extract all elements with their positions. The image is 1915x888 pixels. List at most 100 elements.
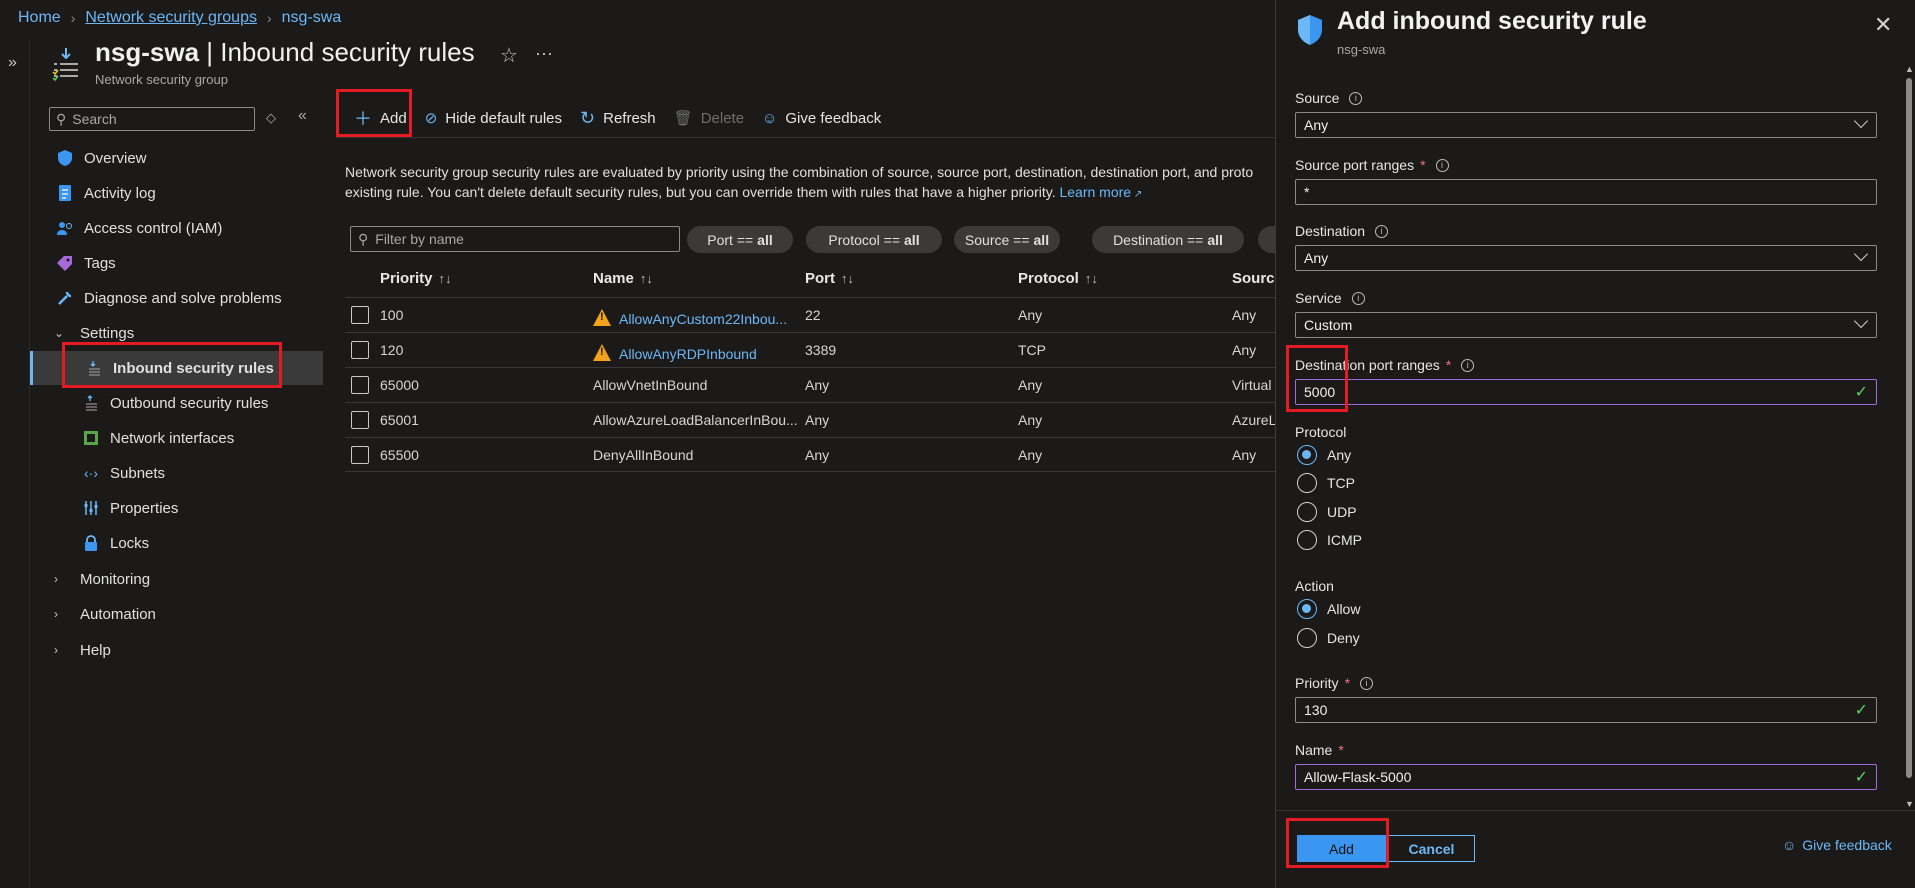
rule-name-link[interactable]: AllowAnyCustom22Inbou... <box>619 311 787 327</box>
sidebar-group-help[interactable]: › Help <box>30 633 323 667</box>
filter-by-name-input[interactable]: ⚲ Filter by name <box>350 226 680 252</box>
row-checkbox[interactable] <box>351 411 369 429</box>
sidebar-item-network-interfaces[interactable]: Network interfaces <box>30 421 323 455</box>
hide-default-rules-button[interactable]: ⊘ Hide default rules <box>425 109 562 128</box>
dest-port-label: Destination port ranges * i <box>1295 357 1475 373</box>
refresh-button[interactable]: ↻ Refresh <box>580 108 656 129</box>
col-header-priority[interactable]: Priority ↑↓ <box>380 270 452 287</box>
protocol-radio-icmp[interactable]: ICMP <box>1297 530 1362 550</box>
sidebar-item-outbound-rules[interactable]: Outbound security rules <box>30 386 323 420</box>
source-port-input[interactable]: * <box>1295 179 1877 205</box>
sidebar-group-settings[interactable]: ⌄ Settings <box>30 316 323 350</box>
sidebar-search-input[interactable]: ⚲ Search <box>49 107 255 131</box>
info-icon: i <box>1375 224 1389 238</box>
sidebar-item-diagnose[interactable]: Diagnose and solve problems <box>30 281 323 315</box>
favorite-star-icon[interactable]: ☆ <box>500 43 518 68</box>
delete-button[interactable]: 🗑 Delete <box>673 109 744 128</box>
row-checkbox[interactable] <box>351 376 369 394</box>
check-icon: ✓ <box>1854 702 1868 719</box>
col-header-port[interactable]: Port ↑↓ <box>805 270 854 287</box>
panel-scrollbar[interactable]: ▲ ▼ <box>1902 64 1915 809</box>
chevron-right-icon: › <box>54 607 58 621</box>
service-select[interactable]: Custom <box>1295 312 1877 338</box>
give-feedback-button[interactable]: ☺ Give feedback <box>762 110 881 127</box>
filter-pill-destination[interactable]: Destination == all <box>1092 226 1244 253</box>
sort-icon: ↑↓ <box>438 271 452 286</box>
warning-icon <box>593 344 611 361</box>
add-inbound-rule-panel: Add inbound security rule nsg-swa ✕ Sour… <box>1275 0 1915 888</box>
col-header-name[interactable]: Name ↑↓ <box>593 270 653 287</box>
cancel-button[interactable]: Cancel <box>1388 835 1475 862</box>
destination-label: Destination i <box>1295 223 1389 239</box>
scrollbar-thumb[interactable] <box>1906 78 1912 778</box>
check-icon: ✓ <box>1854 769 1868 786</box>
sidebar-group-automation[interactable]: › Automation <box>30 597 323 631</box>
left-rail: » <box>0 40 30 888</box>
name-input[interactable]: Allow-Flask-5000 ✓ <box>1295 764 1877 790</box>
filter-pill-port[interactable]: Port == all <box>687 226 793 253</box>
description-text: Network security group security rules ar… <box>345 164 1254 200</box>
action-radio-allow[interactable]: Allow <box>1297 599 1360 619</box>
refresh-icon: ↻ <box>580 107 596 128</box>
sidebar-item-properties[interactable]: Properties <box>30 491 323 525</box>
shield-icon <box>54 149 76 167</box>
table-row[interactable]: 120 AllowAnyRDPInbound 3389 TCP Any <box>345 332 1275 367</box>
breadcrumb-nsg-list[interactable]: Network security groups <box>85 9 257 27</box>
scroll-down-icon: ▼ <box>1905 799 1914 809</box>
panel-feedback-link[interactable]: ☺ Give feedback <box>1782 837 1892 853</box>
sidebar-item-iam[interactable]: Access control (IAM) <box>30 211 323 245</box>
protocol-radio-tcp[interactable]: TCP <box>1297 473 1355 493</box>
add-button[interactable]: Add <box>1297 835 1386 862</box>
scroll-up-icon: ▲ <box>1905 64 1914 74</box>
dest-port-input[interactable]: 5000 ✓ <box>1295 379 1877 405</box>
table-row[interactable]: 65000 AllowVnetInBound Any Any Virtual <box>345 367 1275 402</box>
close-icon[interactable]: ✕ <box>1874 12 1892 38</box>
row-checkbox[interactable] <box>351 446 369 464</box>
sidebar-item-overview[interactable]: Overview <box>30 141 323 175</box>
sidebar-item-tags[interactable]: Tags <box>30 246 323 280</box>
inbound-rules-icon <box>83 360 105 376</box>
rule-name-link[interactable]: AllowAnyRDPInbound <box>619 346 757 362</box>
expand-menu-icon[interactable]: » <box>8 54 17 72</box>
table-row[interactable]: 100 AllowAnyCustom22Inbou... 22 Any Any <box>345 297 1275 332</box>
sort-icon: ↑↓ <box>639 271 653 286</box>
col-header-protocol[interactable]: Protocol ↑↓ <box>1018 270 1098 287</box>
priority-input[interactable]: 130 ✓ <box>1295 697 1877 723</box>
learn-more-link[interactable]: Learn more <box>1059 184 1131 200</box>
add-rule-button[interactable]: ＋ Add <box>354 105 407 131</box>
destination-select[interactable]: Any <box>1295 245 1877 271</box>
table-row[interactable]: 65500 DenyAllInBound Any Any Any <box>345 437 1275 472</box>
trash-icon: 🗑 <box>673 110 693 127</box>
command-bar: ＋ Add ⊘ Hide default rules ↻ Refresh 🗑 D… <box>336 100 899 136</box>
external-link-icon: ↗ <box>1131 189 1143 200</box>
info-icon: i <box>1435 158 1449 172</box>
sidebar-item-subnets[interactable]: ‹·› Subnets <box>30 456 323 490</box>
name-label: Name * <box>1295 742 1344 758</box>
action-radio-deny[interactable]: Deny <box>1297 628 1360 648</box>
source-port-label: Source port ranges * i <box>1295 157 1449 173</box>
collapse-sidebar-icon[interactable]: « <box>298 107 307 125</box>
chevron-right-icon: › <box>266 10 272 26</box>
sidebar-item-activity-log[interactable]: Activity log <box>30 176 323 210</box>
chevron-down-icon <box>1853 313 1869 329</box>
shield-icon <box>1298 15 1322 45</box>
table-row[interactable]: 65001 AllowAzureLoadBalancerInBou... Any… <box>345 402 1276 437</box>
service-label: Service i <box>1295 290 1365 306</box>
panel-title: Add inbound security rule <box>1337 7 1647 35</box>
source-select[interactable]: Any <box>1295 112 1877 138</box>
filter-pill-protocol[interactable]: Protocol == all <box>806 226 942 253</box>
source-label: Source i <box>1295 90 1363 106</box>
row-checkbox[interactable] <box>351 341 369 359</box>
row-checkbox[interactable] <box>351 306 369 324</box>
sidebar-item-locks[interactable]: Locks <box>30 526 323 560</box>
sort-icon[interactable]: ◇ <box>266 110 276 126</box>
more-options-icon[interactable]: ··· <box>535 43 553 64</box>
protocol-radio-any[interactable]: Any <box>1297 445 1351 465</box>
protocol-radio-udp[interactable]: UDP <box>1297 502 1357 522</box>
filter-pill-source[interactable]: Source == all <box>954 226 1060 253</box>
sidebar-group-monitoring[interactable]: › Monitoring <box>30 562 323 596</box>
sidebar-item-inbound-rules[interactable]: Inbound security rules <box>30 351 323 385</box>
breadcrumb-current[interactable]: nsg-swa <box>282 9 342 27</box>
filter-pill-more[interactable] <box>1258 226 1275 253</box>
breadcrumb-home[interactable]: Home <box>18 9 61 27</box>
